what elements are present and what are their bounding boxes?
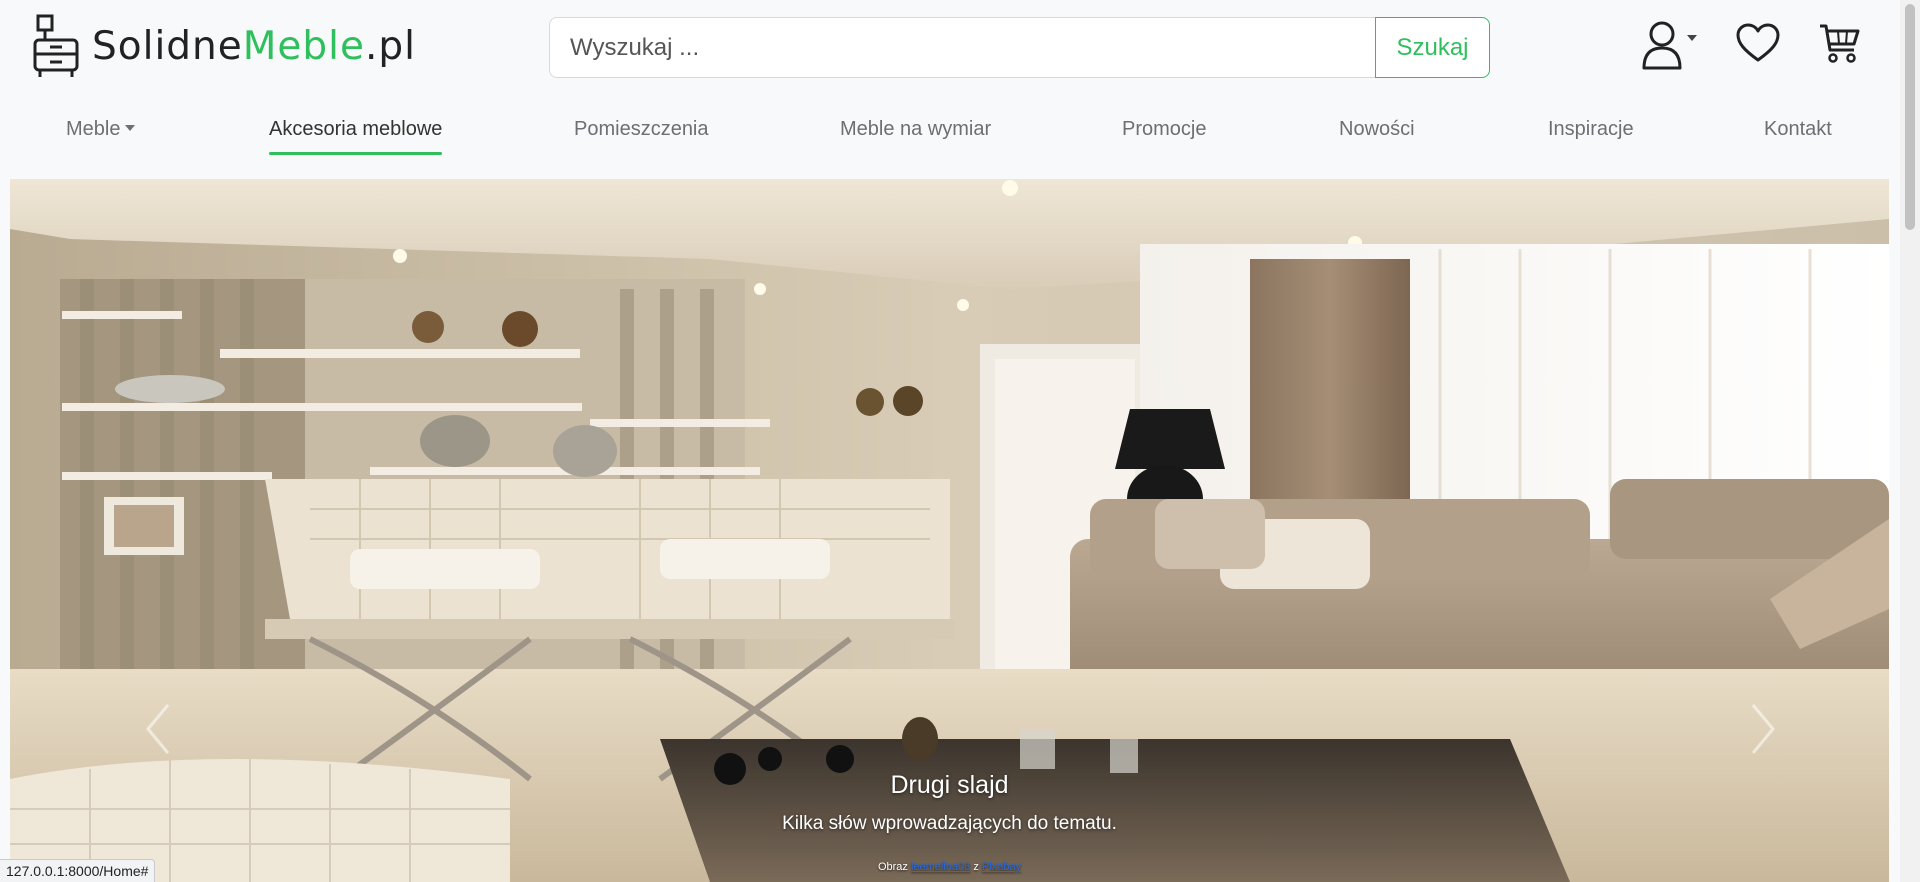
search-input[interactable]	[549, 17, 1375, 78]
chevron-down-icon	[1687, 35, 1697, 41]
carousel-caption-text: Kilka słów wprowadzających do tematu.	[782, 813, 1117, 834]
nav-item-label: Nowości	[1339, 118, 1415, 140]
nav-item-label: Akcesoria meblowe	[269, 118, 443, 140]
scrollbar-thumb[interactable]	[1905, 4, 1915, 230]
search-form: Szukaj	[549, 17, 1490, 78]
carousel-next-icon[interactable]	[1745, 699, 1781, 759]
nav-item-pomieszczenia[interactable]: Pomieszczenia	[574, 118, 709, 141]
user-icon[interactable]	[1640, 20, 1700, 70]
credit-source-link[interactable]: Pixabay	[982, 861, 1021, 873]
credit-middle: z	[973, 861, 979, 873]
main-nav: Meble Akcesoria meblowe Pomieszczenia Me…	[0, 96, 1900, 176]
page: SolidneMeble.pl Szukaj Meble Akcesoria m…	[0, 0, 1920, 882]
cart-icon[interactable]	[1818, 22, 1862, 64]
nav-item-label: Pomieszczenia	[574, 118, 709, 140]
nav-item-label: Promocje	[1122, 118, 1207, 140]
header: SolidneMeble.pl Szukaj	[0, 0, 1900, 96]
nav-item-promocje[interactable]: Promocje	[1122, 118, 1206, 141]
credit-author-link[interactable]: leemelina08	[911, 861, 970, 873]
page-scrollbar[interactable]	[1900, 0, 1920, 882]
nav-item-inspiracje[interactable]: Inspiracje	[1548, 118, 1634, 141]
credit-prefix: Obraz	[877, 861, 908, 873]
carousel-caption-title: Drugi slajd	[890, 771, 1009, 799]
chevron-down-icon	[125, 124, 136, 131]
brand-name-domain: .pl	[365, 23, 416, 69]
nav-item-label: Kontakt	[1764, 118, 1832, 140]
browser-status-url: 127.0.0.1:8000/Home#	[0, 859, 156, 882]
heart-icon[interactable]	[1736, 23, 1780, 63]
brand-name-accent: Meble	[242, 23, 365, 69]
nav-item-label: Meble na wymiar	[840, 118, 992, 140]
carousel-prev-icon[interactable]	[140, 699, 176, 759]
brand-logo[interactable]: SolidneMeble.pl	[32, 14, 416, 78]
nav-item-label: Meble	[66, 118, 121, 140]
nav-item-akcesoria-meblowe[interactable]: Akcesoria meblowe	[269, 118, 443, 155]
brand-name-part1: Solidne	[92, 23, 243, 69]
search-button[interactable]: Szukaj	[1375, 17, 1490, 78]
brand-name: SolidneMeble.pl	[92, 24, 416, 69]
nav-item-kontakt[interactable]: Kontakt	[1764, 118, 1832, 141]
nav-item-label: Inspiracje	[1548, 118, 1634, 140]
nav-item-nowosci[interactable]: Nowości	[1339, 118, 1415, 141]
hero-carousel: Drugi slajd Kilka słów wprowadzających d…	[10, 179, 1889, 882]
furniture-logo-icon	[33, 14, 79, 77]
image-credit: Obraz leemelina08 z Pixabay	[10, 861, 1889, 873]
nav-item-meble-na-wymiar[interactable]: Meble na wymiar	[840, 118, 991, 141]
nav-item-meble[interactable]: Meble	[66, 118, 136, 141]
